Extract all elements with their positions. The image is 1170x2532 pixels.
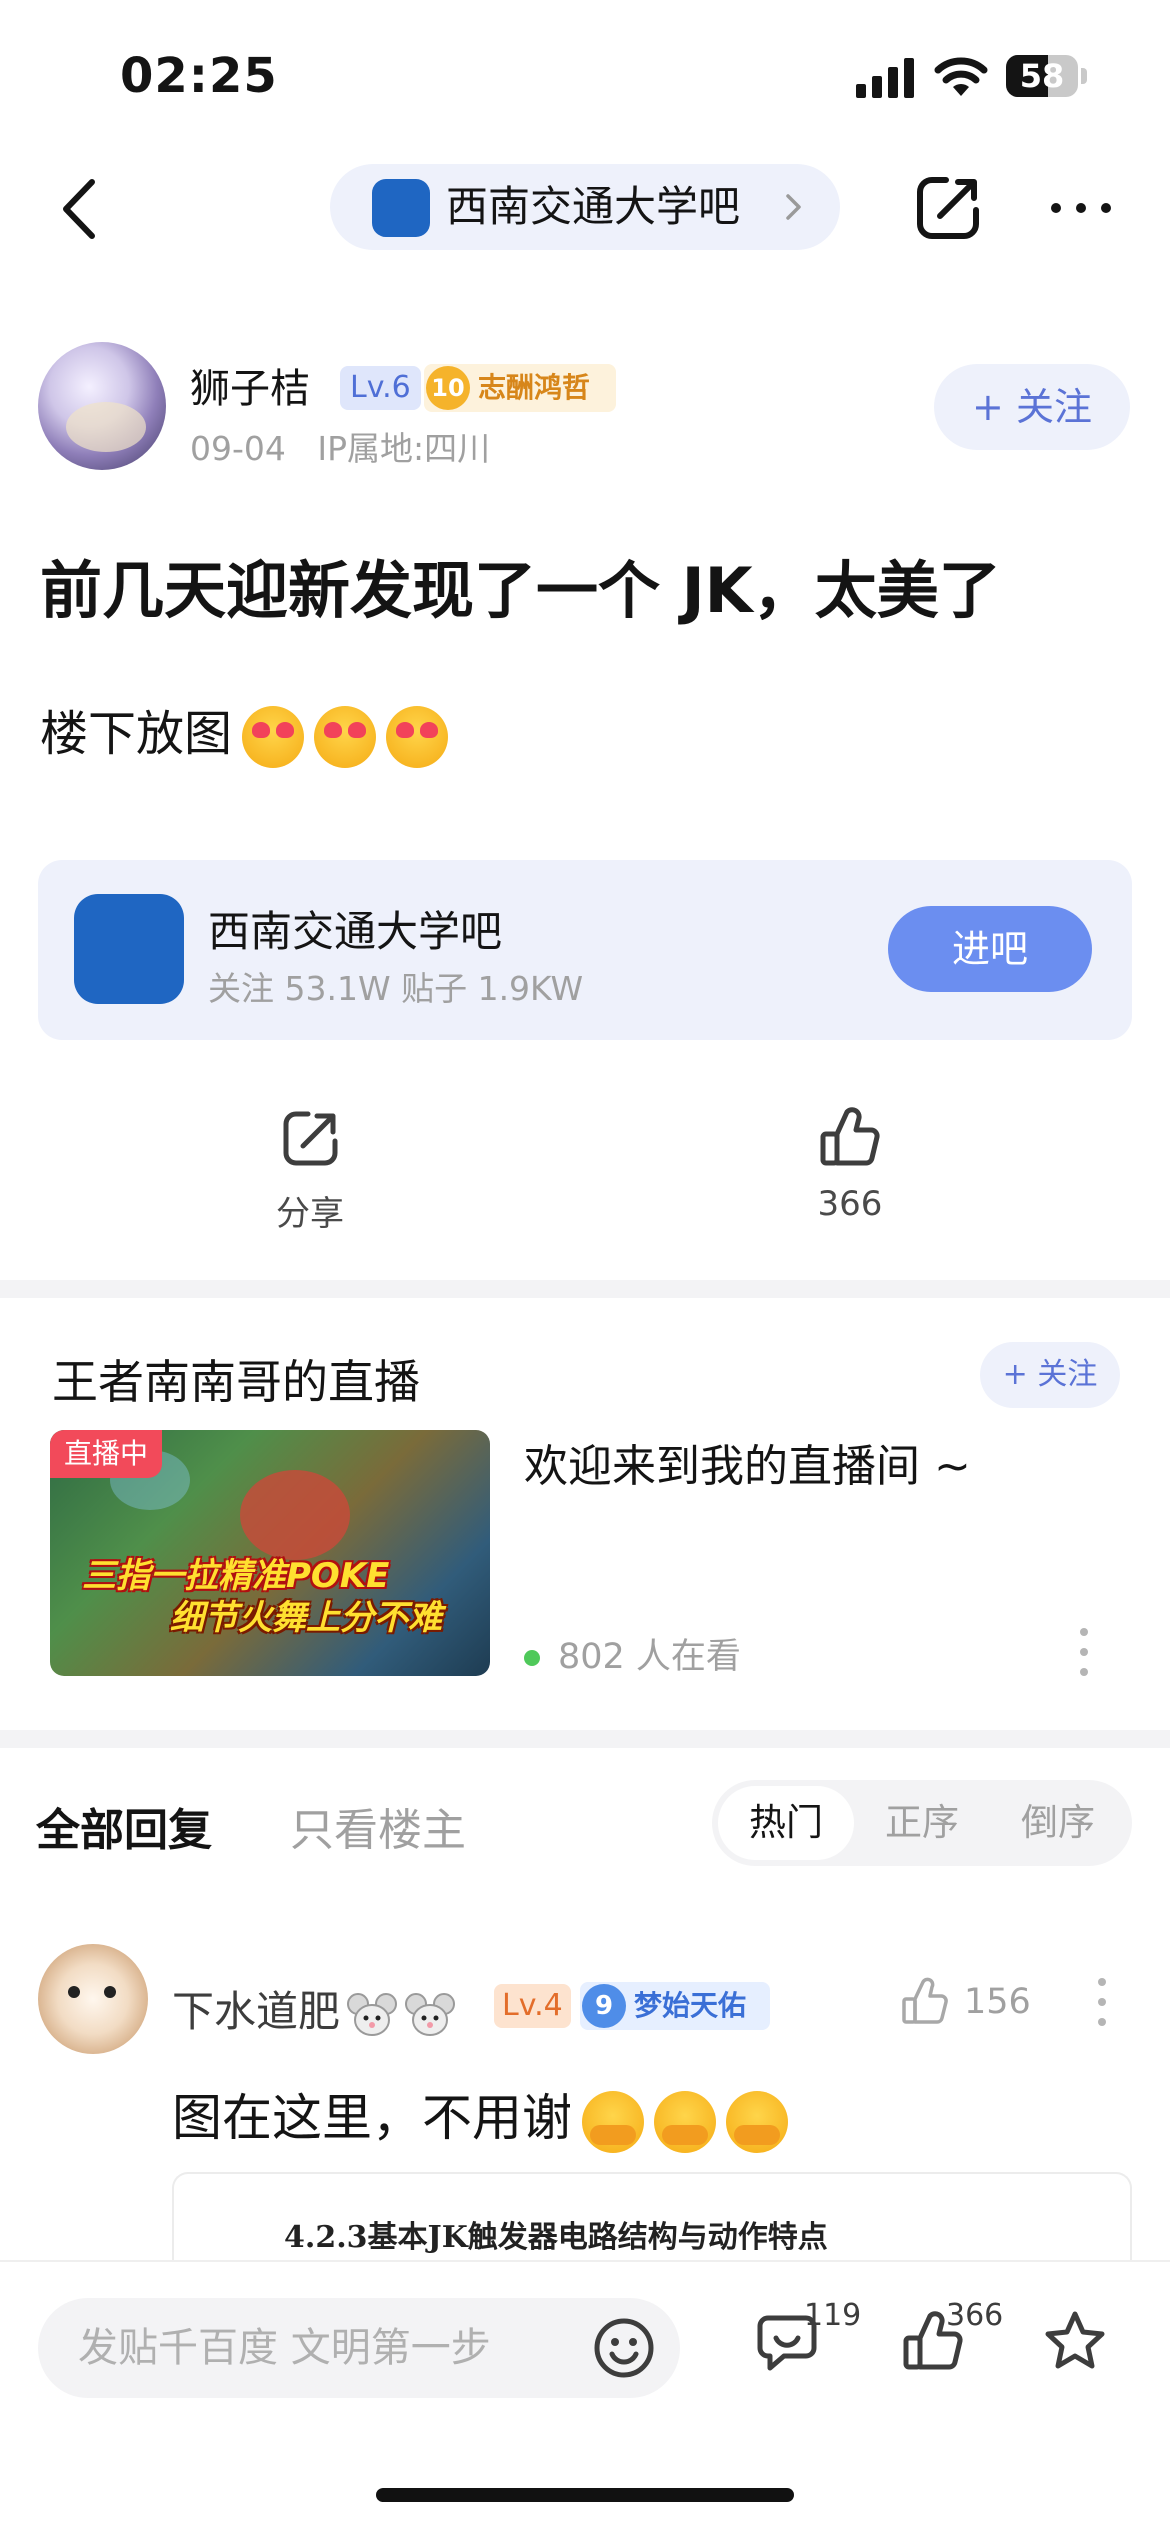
post-title: 前几天迎新发现了一个 JK，太美了 (40, 554, 1001, 627)
forum-card-name: 西南交通大学吧 (208, 907, 503, 956)
share-action[interactable]: 分享 (250, 1106, 370, 1235)
comment-text-body: 图在这里，不用谢 (172, 2089, 572, 2147)
live-viewer-count: 802 人在看 (524, 1628, 741, 1679)
mouse-emoji-icon (405, 1992, 456, 2036)
back-arrow-icon[interactable] (52, 176, 112, 242)
sort-toggle: 热门 正序 倒序 (712, 1780, 1132, 1866)
tab-owner-only[interactable]: 只看楼主 (290, 1794, 466, 1858)
section-divider (0, 1730, 1170, 1748)
live-streamer-name[interactable]: 王者南南哥的直播 (52, 1346, 420, 1412)
post-ip: IP属地:四川 (317, 429, 491, 468)
top-nav: 西南交通大学吧 (0, 150, 1170, 270)
hug-emoji-icon (582, 2090, 644, 2153)
live-viewers-text: 802 人在看 (558, 1637, 741, 1677)
chevron-right-icon (786, 194, 801, 220)
heart-eyes-emoji-icon (242, 706, 305, 768)
section-divider (0, 1280, 1170, 1298)
author-avatar[interactable] (38, 342, 166, 470)
share-icon (283, 1111, 338, 1166)
honor-title: 志酬鸿哲 (478, 371, 591, 404)
live-description[interactable]: 欢迎来到我的直播间 ~ (524, 1430, 971, 1494)
battery-percent: 58 (1019, 57, 1065, 95)
share-icon[interactable] (910, 170, 986, 246)
sort-ascending[interactable]: 正序 (854, 1786, 990, 1860)
mouse-emoji-icon (347, 1992, 398, 2036)
more-vertical-icon[interactable] (1072, 1622, 1096, 1682)
commenter-honor-title: 梦始天佑 (634, 1989, 747, 2022)
post-date: 09-04 (190, 429, 286, 468)
live-thumbnail[interactable]: 直播中 三指一拉精准POKE 细节火舞上分不难 (50, 1430, 490, 1676)
sort-hot[interactable]: 热门 (718, 1786, 854, 1860)
commenter-honor-badge: 9 梦始天佑 (580, 1982, 770, 2030)
author-level-badge: Lv.6 (340, 366, 421, 410)
status-time: 02:25 (120, 48, 278, 104)
star-favorite-icon[interactable] (1040, 2308, 1110, 2374)
heart-eyes-emoji-icon (314, 706, 377, 768)
honor-level: 10 (426, 366, 470, 410)
forum-logo-icon (74, 894, 184, 1004)
author-name[interactable]: 狮子桔 (190, 356, 310, 414)
hug-emoji-icon (726, 2090, 788, 2153)
commenter-honor-level: 9 (582, 1984, 626, 2028)
live-badge: 直播中 (50, 1430, 163, 1478)
comment-like-icon[interactable] (900, 1972, 950, 2032)
share-label: 分享 (276, 1194, 344, 1234)
cellular-signal-icon (856, 58, 914, 98)
forum-pill[interactable]: 西南交通大学吧 (330, 164, 840, 250)
wifi-icon (934, 57, 988, 96)
home-indicator (376, 2488, 794, 2502)
author-honor-badge: 10 志酬鸿哲 (424, 364, 616, 412)
more-options-icon[interactable] (1046, 186, 1116, 230)
forum-pill-name: 西南交通大学吧 (446, 182, 741, 231)
post-like-count: 366 (817, 1184, 883, 1224)
comment-like-count: 156 (964, 1982, 1031, 2022)
enter-forum-button[interactable]: 进吧 (888, 906, 1092, 992)
forum-card[interactable]: 西南交通大学吧 关注 53.1W 贴子 1.9KW 进吧 (38, 860, 1132, 1040)
battery-indicator: 58 (1006, 55, 1087, 97)
emoji-picker-icon[interactable] (592, 2316, 656, 2380)
tab-all-replies[interactable]: 全部回复 (36, 1794, 212, 1858)
bottom-like-count: 366 (946, 2298, 1004, 2333)
comment-image-caption: 4.2.3基本JK触发器电路结构与动作特点 (284, 2220, 828, 2255)
forum-card-stats: 关注 53.1W 贴子 1.9KW (208, 969, 584, 1008)
sort-descending[interactable]: 倒序 (990, 1786, 1126, 1860)
thumbs-up-icon (820, 1107, 880, 1166)
reply-input[interactable] (78, 2298, 598, 2398)
post-body: 楼下放图 (40, 694, 449, 768)
follow-author-button[interactable]: + 关注 (934, 364, 1130, 450)
status-bar: 02:25 58 (0, 0, 1170, 150)
reply-input-box[interactable] (38, 2298, 680, 2398)
more-vertical-icon[interactable] (1090, 1972, 1114, 2032)
live-caption-line2: 细节火舞上分不难 (170, 1598, 442, 1638)
post-meta: 09-04 IP属地:四川 (190, 422, 490, 470)
hug-emoji-icon (654, 2090, 716, 2153)
comment-text: 图在这里，不用谢 (172, 2078, 788, 2153)
post-body-text: 楼下放图 (40, 706, 233, 762)
forum-logo-icon (372, 179, 430, 237)
heart-eyes-emoji-icon (386, 706, 449, 768)
live-status-dot (524, 1650, 540, 1666)
commenter-avatar[interactable] (38, 1944, 148, 2054)
commenter-name-text: 下水道肥 (172, 1987, 341, 2036)
follow-streamer-button[interactable]: + 关注 (980, 1342, 1120, 1408)
commenter-level-badge: Lv.4 (494, 1984, 571, 2028)
comment-count: 119 (804, 2298, 862, 2333)
commenter-name[interactable]: 下水道肥 (172, 1978, 456, 2039)
like-action[interactable]: 366 (790, 1104, 910, 1224)
